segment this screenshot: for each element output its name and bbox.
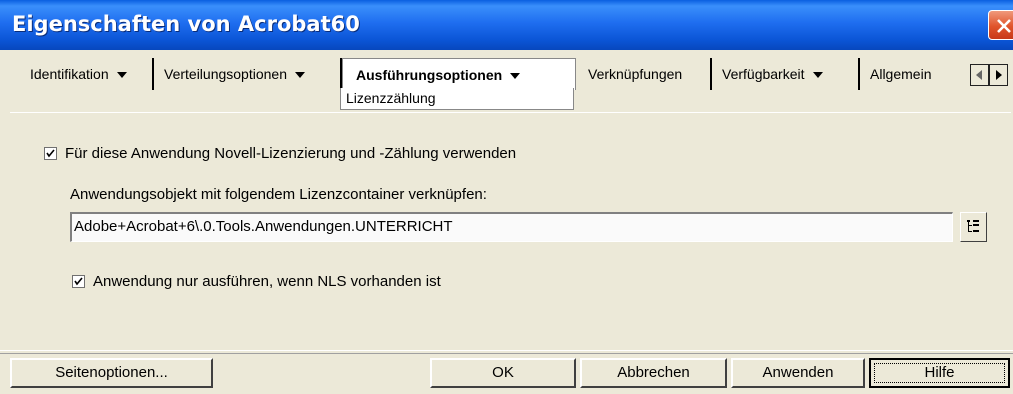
use-licensing-checkbox-row[interactable]: Für diese Anwendung Novell-Lizenzierung … <box>44 145 516 162</box>
chevron-down-icon <box>116 72 127 78</box>
checkmark-icon <box>74 277 83 286</box>
tab-scroll-right-button[interactable] <box>989 64 1008 86</box>
use-licensing-checkbox[interactable] <box>44 147 57 160</box>
chevron-down-icon <box>510 72 521 79</box>
nls-only-label: Anwendung nur ausführen, wenn NLS vorhan… <box>93 273 441 290</box>
tab-verfuegbarkeit[interactable]: Verfügbarkeit <box>712 58 860 90</box>
nls-only-checkbox[interactable] <box>72 275 85 288</box>
use-licensing-label: Für diese Anwendung Novell-Lizenzierung … <box>65 145 517 162</box>
close-button[interactable] <box>988 10 1013 40</box>
browse-tree-icon <box>967 220 979 232</box>
tab-label: Ausführungsoptionen <box>356 66 503 83</box>
tab-label: Allgemein <box>870 66 932 82</box>
tab-ausfuehrungsoptionen[interactable]: Ausführungsoptionen <box>342 58 576 90</box>
tab-verteilungsoptionen[interactable]: Verteilungsoptionen <box>154 58 342 90</box>
properties-dialog: Eigenschaften von Acrobat60 Identifikati… <box>0 0 1013 394</box>
tab-label: Verfügbarkeit <box>722 66 805 82</box>
divider <box>0 350 1013 354</box>
tab-label: Verknüpfungen <box>588 66 683 82</box>
page-options-button[interactable]: Seitenoptionen... <box>10 358 213 388</box>
window-title: Eigenschaften von Acrobat60 <box>12 12 360 36</box>
title-bar[interactable]: Eigenschaften von Acrobat60 <box>0 0 1013 50</box>
close-icon <box>997 19 1011 33</box>
tab-verknuepfungen[interactable]: Verknüpfungen <box>576 58 712 90</box>
subtab-lizenzzaehlung[interactable]: Lizenzzählung <box>340 88 574 110</box>
checkmark-icon <box>46 149 55 158</box>
tab-strip: Identifikation Verteilungsoptionen Ausfü… <box>12 58 1013 90</box>
license-container-field[interactable]: Adobe+Acrobat+6\.0.Tools.Anwendungen.UNT… <box>70 212 953 242</box>
tab-label: Identifikation <box>30 66 109 82</box>
tab-label: Verteilungsoptionen <box>164 66 287 82</box>
chevron-down-icon <box>295 72 305 78</box>
arrow-left-icon <box>976 70 982 80</box>
browse-button[interactable] <box>960 212 987 242</box>
nls-only-checkbox-row[interactable]: Anwendung nur ausführen, wenn NLS vorhan… <box>72 273 441 290</box>
tab-allgemein[interactable]: Allgemein <box>860 58 958 90</box>
container-label: Anwendungsobjekt mit folgendem Lizenzcon… <box>70 186 487 203</box>
arrow-right-icon <box>996 70 1002 80</box>
help-button[interactable]: Hilfe <box>869 358 1010 388</box>
cancel-button[interactable]: Abbrechen <box>580 358 727 388</box>
ok-button[interactable]: OK <box>430 358 576 388</box>
focus-rect <box>874 363 1005 383</box>
tab-identifikation[interactable]: Identifikation <box>12 58 154 90</box>
tab-scroll-left-button[interactable] <box>970 64 989 86</box>
chevron-down-icon <box>812 72 823 78</box>
apply-button[interactable]: Anwenden <box>731 358 865 388</box>
